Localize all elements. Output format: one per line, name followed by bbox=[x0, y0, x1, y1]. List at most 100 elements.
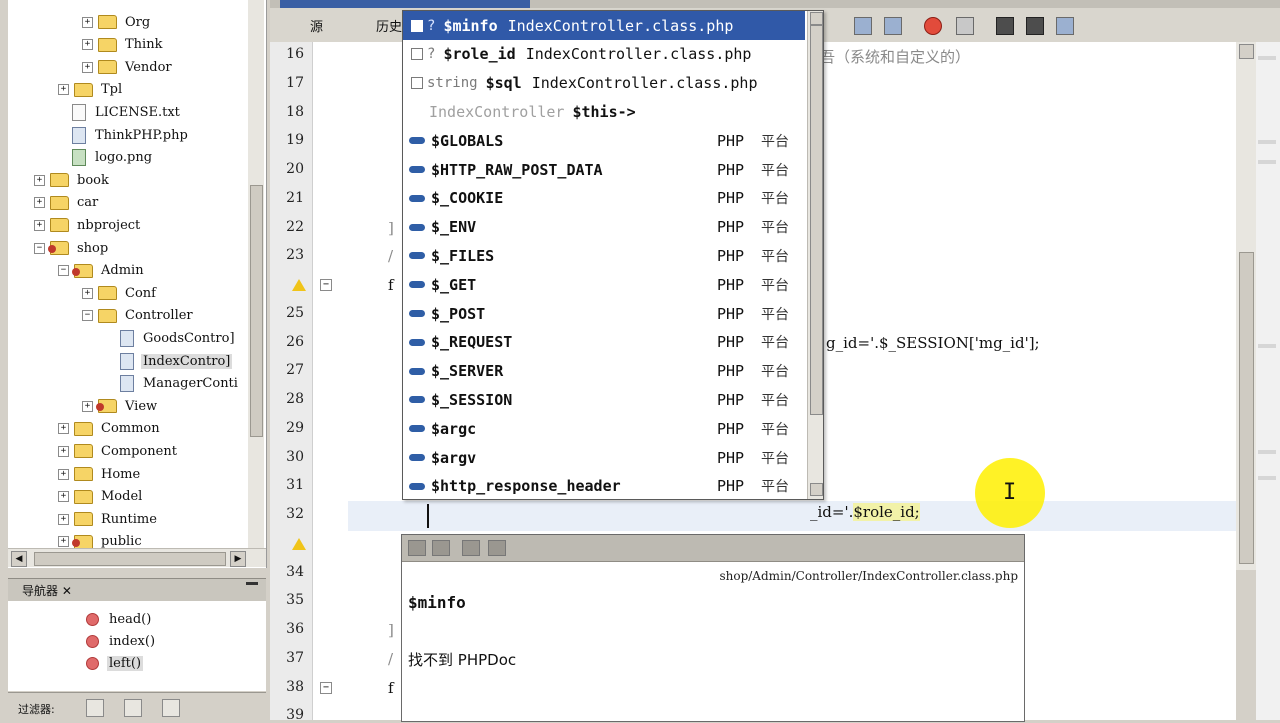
goto-source-icon[interactable] bbox=[462, 540, 480, 556]
stripe-mark[interactable] bbox=[1258, 344, 1276, 348]
collapse-icon[interactable]: − bbox=[82, 310, 93, 322]
tree-item[interactable]: + Runtime bbox=[58, 508, 159, 530]
completion-item[interactable]: $_REQUEST PHP 平台 bbox=[403, 328, 805, 357]
collapse-icon[interactable]: − bbox=[58, 265, 69, 277]
expand-icon[interactable]: + bbox=[34, 197, 45, 209]
tree-item[interactable]: + View bbox=[82, 395, 159, 417]
completion-item[interactable]: $GLOBALS PHP 平台 bbox=[403, 126, 805, 155]
tree-item[interactable]: − Controller bbox=[82, 305, 195, 327]
expand-icon[interactable]: + bbox=[58, 491, 69, 503]
scroll-down-arrow-icon[interactable] bbox=[810, 483, 823, 496]
completion-item[interactable]: $_FILES PHP 平台 bbox=[403, 241, 805, 270]
editor-vertical-scrollbar[interactable] bbox=[1236, 42, 1256, 570]
completion-item[interactable]: $argc PHP 平台 bbox=[403, 414, 805, 443]
completion-item[interactable]: ? $role_id IndexController.class.php bbox=[403, 40, 805, 69]
fold-toggle-icon[interactable]: − bbox=[320, 279, 332, 291]
expand-icon[interactable]: + bbox=[58, 445, 69, 457]
expand-icon[interactable]: + bbox=[82, 400, 93, 412]
shift-line-icon[interactable] bbox=[884, 17, 902, 35]
forward-arrow-icon[interactable] bbox=[432, 540, 450, 556]
project-tree-horizontal-scrollbar[interactable]: ◀ ▶ bbox=[8, 548, 266, 567]
record-macro-icon[interactable] bbox=[924, 17, 942, 35]
tree-item[interactable]: + Home bbox=[58, 463, 142, 485]
code-completion-popup[interactable]: ? $minfo IndexController.class.php? $role_i… bbox=[402, 10, 824, 500]
stop-macro-icon[interactable] bbox=[956, 17, 974, 35]
open-in-browser-icon[interactable] bbox=[488, 540, 506, 556]
navigator-method-item[interactable]: left() bbox=[86, 652, 144, 674]
scroll-left-arrow-icon[interactable]: ◀ bbox=[11, 551, 27, 567]
expand-icon[interactable]: + bbox=[58, 513, 69, 525]
stripe-mark[interactable] bbox=[1258, 160, 1276, 164]
expand-icon[interactable]: + bbox=[58, 423, 69, 435]
scrollbar-thumb[interactable] bbox=[34, 552, 226, 566]
tree-item[interactable]: + Component bbox=[58, 440, 179, 462]
navigator-method-item[interactable]: head() bbox=[86, 608, 153, 630]
previous-error-icon[interactable] bbox=[1026, 17, 1044, 35]
stripe-mark[interactable] bbox=[1258, 450, 1276, 454]
tree-item[interactable]: logo.png bbox=[58, 147, 154, 169]
project-tree[interactable]: + Org + Think + Vendor + Tpl LICENSE.txt ThinkPHP… bbox=[8, 0, 267, 568]
completion-item[interactable]: $_POST PHP 平台 bbox=[403, 299, 805, 328]
collapse-icon[interactable]: − bbox=[34, 242, 45, 254]
tree-item[interactable]: + Conf bbox=[82, 282, 158, 304]
completion-item[interactable]: $HTTP_RAW_POST_DATA PHP 平台 bbox=[403, 155, 805, 184]
completion-scrollbar[interactable] bbox=[807, 11, 823, 499]
tree-item[interactable]: ManagerConti bbox=[106, 373, 240, 395]
completion-item[interactable]: $_SESSION PHP 平台 bbox=[403, 385, 805, 414]
completion-item[interactable]: $argv PHP 平台 bbox=[403, 443, 805, 472]
tree-item[interactable]: − shop bbox=[34, 237, 110, 259]
filter-private-icon[interactable] bbox=[162, 699, 180, 717]
filter-fields-icon[interactable] bbox=[86, 699, 104, 717]
expand-icon[interactable]: + bbox=[82, 61, 93, 73]
navigator-tab[interactable]: 导航器 ✕ bbox=[22, 582, 72, 599]
history-tab[interactable]: 历史 bbox=[376, 16, 402, 35]
completion-item[interactable]: $_GET PHP 平台 bbox=[403, 270, 805, 299]
scrollbar-thumb[interactable] bbox=[810, 25, 823, 415]
tree-item[interactable]: + Org bbox=[82, 11, 152, 33]
toggle-comment-icon[interactable] bbox=[854, 17, 872, 35]
tree-item[interactable]: + Tpl bbox=[58, 79, 124, 101]
minimize-icon[interactable] bbox=[246, 582, 258, 597]
expand-icon[interactable]: + bbox=[34, 174, 45, 186]
filter-static-icon[interactable] bbox=[124, 699, 142, 717]
completion-item[interactable]: ? $minfo IndexController.class.php bbox=[403, 11, 805, 40]
completion-item[interactable]: $_ENV PHP 平台 bbox=[403, 213, 805, 242]
stripe-mark[interactable] bbox=[1258, 140, 1276, 144]
expand-icon[interactable]: + bbox=[82, 39, 93, 51]
scroll-right-arrow-icon[interactable]: ▶ bbox=[230, 551, 246, 567]
tree-item[interactable]: + Think bbox=[82, 34, 164, 56]
tree-item[interactable]: + nbproject bbox=[34, 214, 142, 236]
error-stripe[interactable] bbox=[1256, 42, 1280, 720]
expand-icon[interactable]: + bbox=[58, 84, 69, 96]
fold-toggle-icon[interactable]: − bbox=[320, 681, 332, 694]
scrollbar-thumb[interactable] bbox=[1239, 252, 1254, 564]
tree-item[interactable]: LICENSE.txt bbox=[58, 101, 182, 123]
expand-icon[interactable]: + bbox=[82, 287, 93, 299]
navigator-panel[interactable]: head() index() left() bbox=[8, 601, 266, 691]
source-tab[interactable]: 源 bbox=[310, 16, 323, 35]
stripe-mark[interactable] bbox=[1258, 476, 1276, 480]
tree-item[interactable]: + Common bbox=[58, 418, 162, 440]
completion-item[interactable]: IndexController $this-> bbox=[403, 97, 805, 126]
scroll-up-arrow-icon[interactable] bbox=[1239, 44, 1254, 59]
expand-icon[interactable]: + bbox=[58, 468, 69, 480]
tree-item[interactable]: IndexContro] bbox=[106, 350, 233, 372]
expand-icon[interactable]: + bbox=[82, 16, 93, 28]
scroll-up-arrow-icon[interactable] bbox=[810, 12, 823, 25]
tree-item[interactable]: GoodsContro] bbox=[106, 327, 237, 349]
completion-item[interactable]: $_SERVER PHP 平台 bbox=[403, 357, 805, 386]
tree-item[interactable]: + Model bbox=[58, 486, 144, 508]
completion-item[interactable]: $http_response_header PHP 平台 bbox=[403, 472, 805, 499]
expand-icon[interactable]: + bbox=[34, 219, 45, 231]
project-tree-vertical-scrollbar[interactable] bbox=[248, 0, 264, 548]
completion-item[interactable]: $_COOKIE PHP 平台 bbox=[403, 184, 805, 213]
database-icon[interactable] bbox=[1056, 17, 1074, 35]
next-error-icon[interactable] bbox=[996, 17, 1014, 35]
scrollbar-thumb[interactable] bbox=[250, 185, 263, 437]
tab-indexcontroller[interactable] bbox=[280, 0, 530, 8]
tree-item[interactable]: + Vendor bbox=[82, 56, 174, 78]
stripe-mark[interactable] bbox=[1258, 56, 1276, 60]
warning-icon[interactable] bbox=[292, 279, 306, 291]
tree-item[interactable]: + book bbox=[34, 169, 111, 191]
back-arrow-icon[interactable] bbox=[408, 540, 426, 556]
